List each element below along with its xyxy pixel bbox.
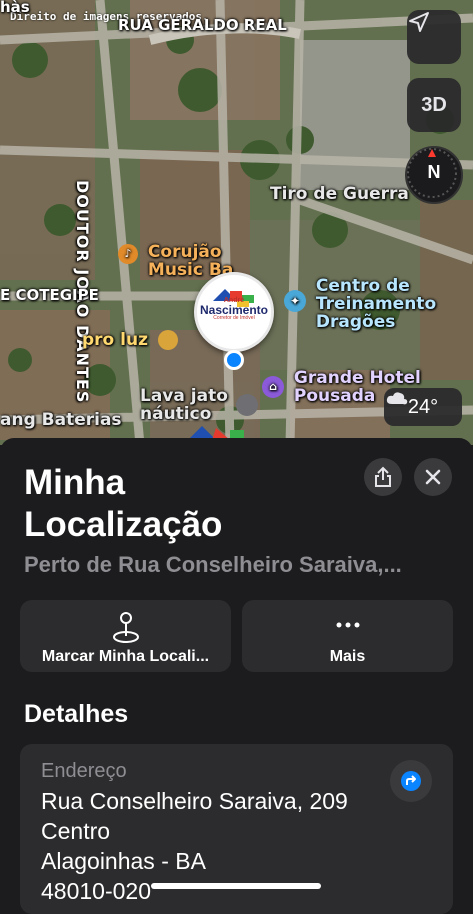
music-bar-icon: ♪ <box>118 244 138 264</box>
current-location-pin[interactable]: André Nascimento Corretor de Imóvel <box>194 272 274 352</box>
close-icon <box>425 469 441 485</box>
street-label-geraldo-rego: RUA GERALDO REAL <box>118 16 287 34</box>
directions-button[interactable] <box>390 760 432 802</box>
hotel-icon: ⌂ <box>262 376 284 398</box>
address-line2[interactable]: Centro <box>41 818 110 845</box>
poi-centro-treinamento-dragoes[interactable]: ✦ Centro de Treinamento Dragões <box>284 277 436 332</box>
more-icon <box>336 622 359 628</box>
poi-corujao-music-bar[interactable]: ♪ Corujão Music Ba <box>118 243 233 280</box>
street-label-cotegipe: E COTEGIPE <box>0 286 99 304</box>
weather-badge: 24° <box>384 388 462 426</box>
poi-baterias[interactable]: ang Baterias <box>0 411 122 430</box>
sheet-title: Minha Localização <box>24 463 223 544</box>
close-button[interactable] <box>414 458 452 496</box>
compass-button[interactable]: N <box>405 146 463 204</box>
shopping-bag-icon <box>157 330 178 350</box>
weather-temperature: 24° <box>407 395 439 418</box>
address-line4[interactable]: 48010-020 <box>41 878 151 905</box>
location-dot <box>224 350 244 370</box>
home-indicator[interactable] <box>151 883 321 889</box>
poi-lava-jato-nautico[interactable]: Lava jato náutico <box>140 387 258 424</box>
map-view[interactable]: Direito de imagens reservados. hàs RUA G… <box>0 0 473 445</box>
more-button[interactable]: Mais <box>242 600 453 672</box>
directions-icon <box>401 771 421 791</box>
location-sheet[interactable]: Minha Localização Perto de Rua Conselhei… <box>0 438 473 914</box>
details-heading: Detalhes <box>24 700 129 728</box>
partly-cloudy-night-icon <box>386 392 408 405</box>
mark-location-button[interactable]: Marcar Minha Locali... <box>20 600 231 672</box>
location-button[interactable] <box>407 10 461 64</box>
sheet-subtitle: Perto de Rua Conselheiro Saraiva,... <box>24 552 402 577</box>
more-label: Mais <box>329 648 366 665</box>
car-wash-icon <box>235 394 258 416</box>
location-arrow-icon <box>409 12 429 32</box>
map-pin-icon <box>112 612 139 643</box>
share-button[interactable] <box>364 458 402 496</box>
share-icon <box>375 466 391 487</box>
3d-toggle-button[interactable]: 3D <box>407 78 461 132</box>
martial-arts-icon: ✦ <box>284 290 306 312</box>
compass-label: N <box>427 162 441 182</box>
address-line3[interactable]: Alagoinhas - BA <box>41 848 206 875</box>
poi-pro-luz[interactable]: pro luz <box>82 330 178 350</box>
address-line1[interactable]: Rua Conselheiro Saraiva, 209 <box>41 788 348 815</box>
address-label: Endereço <box>41 760 127 782</box>
mark-location-label: Marcar Minha Locali... <box>41 648 210 665</box>
street-label-top-left: hàs <box>0 0 30 16</box>
